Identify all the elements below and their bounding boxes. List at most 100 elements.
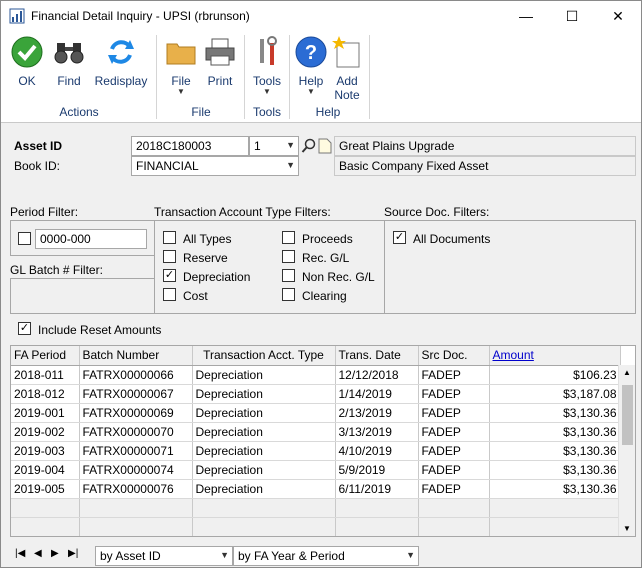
ribbon-toolbar: OK Find Redisplay Actions File ▼ Print F… <box>1 31 641 123</box>
scroll-down-icon[interactable]: ▼ <box>623 524 631 533</box>
cell-trans-date: 2/13/2019 <box>335 403 419 423</box>
secondary-sort-dropdown[interactable]: by FA Year & Period ▼ <box>233 546 419 566</box>
close-button[interactable]: ✕ <box>595 1 641 31</box>
col-amount-link[interactable]: Amount <box>489 346 621 366</box>
ok-button[interactable]: OK <box>7 35 47 88</box>
table-row[interactable]: 2019-004 FATRX00000074 Depreciation 5/9/201… <box>11 460 621 480</box>
book-id-dropdown[interactable]: FINANCIAL ▼ <box>131 156 299 176</box>
financial-detail-inquiry-window: Financial Detail Inquiry - UPSI (rbrunso… <box>0 0 642 568</box>
cell-trans-date: 3/13/2019 <box>335 422 419 442</box>
cell-trans-date: 1/14/2019 <box>335 384 419 404</box>
cost-checkbox[interactable] <box>163 288 176 301</box>
period-filter-label: Period Filter: <box>10 205 79 219</box>
cell-batch-number: FATRX00000066 <box>79 365 193 385</box>
book-id-value: FINANCIAL <box>136 159 199 173</box>
cell-batch-number: FATRX00000067 <box>79 384 193 404</box>
all-types-checkbox[interactable] <box>163 231 176 244</box>
scrollbar-thumb[interactable] <box>622 385 633 445</box>
asset-suffix-value: 1 <box>254 139 261 153</box>
note-page-icon[interactable] <box>318 138 332 154</box>
cell-fa-period: 2019-005 <box>11 479 80 499</box>
reserve-checkbox[interactable] <box>163 250 176 263</box>
table-row[interactable]: 2018-011 FATRX00000066 Depreciation 12/12/2… <box>11 365 621 385</box>
period-filter-input[interactable]: 0000-000 <box>35 229 147 249</box>
transaction-filters-label: Transaction Account Type Filters: <box>154 205 331 219</box>
proceeds-checkbox[interactable] <box>282 231 295 244</box>
tools-label: Tools <box>252 74 281 88</box>
gl-batch-filter-label: GL Batch # Filter: <box>10 263 103 277</box>
cell-batch-number: FATRX00000069 <box>79 403 193 423</box>
book-description: Basic Company Fixed Asset <box>334 156 636 176</box>
app-chart-icon <box>9 8 25 24</box>
cell-amount: $3,187.08 <box>489 384 621 404</box>
find-button[interactable]: Find <box>49 35 89 88</box>
book-id-label: Book ID: <box>14 159 61 173</box>
print-button[interactable]: Print <box>200 35 240 88</box>
period-filter-checkbox[interactable] <box>18 232 31 245</box>
table-row[interactable]: 2019-003 FATRX00000071 Depreciation 4/10/20… <box>11 441 621 461</box>
cost-label: Cost <box>183 289 208 303</box>
empty-cell <box>418 517 490 536</box>
empty-cell <box>335 517 419 536</box>
file-label: File <box>171 74 191 88</box>
ribbon-separator <box>156 35 157 119</box>
checkmark-icon <box>11 36 43 68</box>
empty-table-row[interactable] <box>11 498 621 518</box>
binoculars-icon <box>54 43 84 64</box>
first-record-icon[interactable]: |◀ <box>15 548 25 559</box>
rec-gl-checkbox[interactable] <box>282 250 295 263</box>
asset-id-input[interactable]: 2018C180003 <box>131 136 249 156</box>
add-note-label-line1: Add <box>336 74 358 88</box>
cell-fa-period: 2019-004 <box>11 460 80 480</box>
clearing-checkbox[interactable] <box>282 288 295 301</box>
transactions-grid: FA Period Batch Number Transaction Acct.… <box>10 345 636 537</box>
scroll-up-icon[interactable]: ▲ <box>623 368 631 377</box>
depreciation-checkbox[interactable]: ✓ <box>163 269 176 282</box>
bottom-navigation-bar: |◀ ◀ ▶ ▶| by Asset ID ▼ by FA Year & Per… <box>10 545 636 567</box>
help-dropdown-arrow-icon: ▼ <box>307 87 315 96</box>
minimize-button[interactable]: — <box>503 1 549 31</box>
maximize-button[interactable]: ☐ <box>549 1 595 31</box>
cell-src-doc: FADEP <box>418 365 490 385</box>
asset-suffix-dropdown[interactable]: 1 ▼ <box>249 136 299 156</box>
empty-table-row[interactable] <box>11 517 621 536</box>
cell-transaction-type: Depreciation <box>192 384 336 404</box>
cell-fa-period: 2019-003 <box>11 441 80 461</box>
previous-record-icon[interactable]: ◀ <box>34 548 42 559</box>
col-fa-period[interactable]: FA Period <box>11 346 80 366</box>
empty-cell <box>192 498 336 518</box>
tools-group-label: Tools <box>252 105 281 119</box>
col-transaction-type[interactable]: Transaction Acct. Type <box>192 346 336 366</box>
secondary-sort-value: by FA Year & Period <box>238 549 345 563</box>
add-note-button[interactable]: Add Note <box>329 35 365 102</box>
asset-description: Great Plains Upgrade <box>334 136 636 156</box>
table-row[interactable]: 2019-001 FATRX00000069 Depreciation 2/13/20… <box>11 403 621 423</box>
chevron-down-icon: ▼ <box>286 140 295 150</box>
gl-batch-filter-panel <box>10 278 155 314</box>
sort-by-dropdown[interactable]: by Asset ID ▼ <box>95 546 233 566</box>
cell-fa-period: 2018-012 <box>11 384 80 404</box>
non-rec-gl-checkbox[interactable] <box>282 269 295 282</box>
last-record-icon[interactable]: ▶| <box>68 548 78 559</box>
table-row[interactable]: 2019-002 FATRX00000070 Depreciation 3/13/20… <box>11 422 621 442</box>
col-trans-date[interactable]: Trans. Date <box>335 346 419 366</box>
col-src-doc[interactable]: Src Doc. <box>418 346 490 366</box>
window-title: Financial Detail Inquiry - UPSI (rbrunso… <box>31 9 250 23</box>
empty-cell <box>11 498 80 518</box>
next-record-icon[interactable]: ▶ <box>51 548 59 559</box>
help-button[interactable]: ? Help ▼ <box>291 35 331 96</box>
cell-src-doc: FADEP <box>418 403 490 423</box>
col-batch-number[interactable]: Batch Number <box>79 346 193 366</box>
redisplay-button[interactable]: Redisplay <box>91 35 151 88</box>
tools-button[interactable]: Tools ▼ <box>247 35 287 96</box>
lookup-magnifier-icon[interactable] <box>301 138 317 154</box>
include-reset-checkbox[interactable]: ✓ <box>18 322 31 335</box>
cell-transaction-type: Depreciation <box>192 403 336 423</box>
transactions-table: FA Period Batch Number Transaction Acct.… <box>11 346 621 536</box>
help-question-icon: ? <box>295 36 327 68</box>
grid-vertical-scrollbar[interactable]: ▲ ▼ <box>618 365 635 536</box>
all-documents-checkbox[interactable]: ✓ <box>393 231 406 244</box>
table-row[interactable]: 2019-005 FATRX00000076 Depreciation 6/11/20… <box>11 479 621 499</box>
file-button[interactable]: File ▼ <box>161 35 201 96</box>
table-row[interactable]: 2018-012 FATRX00000067 Depreciation 1/14/20… <box>11 384 621 404</box>
